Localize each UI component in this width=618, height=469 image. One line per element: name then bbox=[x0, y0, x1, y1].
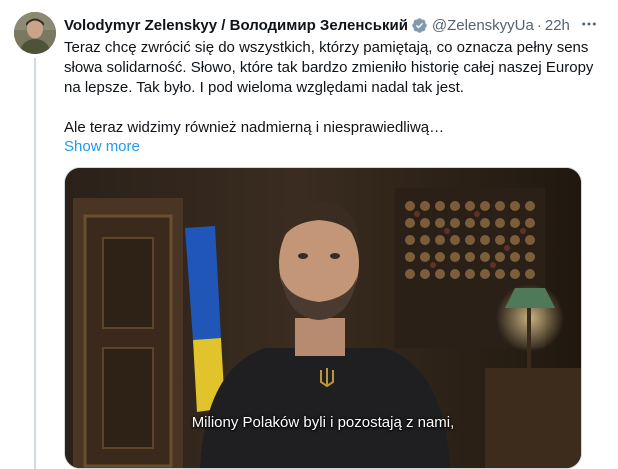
thread-line bbox=[34, 58, 36, 469]
separator-dot: · bbox=[536, 16, 542, 34]
author-handle[interactable]: @ZelenskyyUa bbox=[432, 17, 534, 34]
show-more-link[interactable]: Show more bbox=[64, 138, 140, 155]
tweet-paragraph-1: Teraz chcę zwrócić się do wszystkich, kt… bbox=[64, 39, 594, 96]
author-name[interactable]: Volodymyr Zelenskyy / Володимир Зеленськ… bbox=[64, 17, 408, 34]
timestamp[interactable]: 22h bbox=[545, 17, 570, 34]
tweet[interactable]: Volodymyr Zelenskyy / Володимир Зеленськ… bbox=[0, 0, 618, 469]
tweet-header: Volodymyr Zelenskyy / Володимир Зеленськ… bbox=[64, 14, 606, 36]
avatar[interactable] bbox=[14, 12, 56, 54]
video-player[interactable]: Miliony Polaków byli i pozostają z nami, bbox=[64, 167, 582, 469]
video-subtitle: Miliony Polaków byli i pozostają z nami, bbox=[191, 414, 455, 431]
more-options-icon[interactable] bbox=[578, 13, 600, 35]
verified-badge-icon bbox=[412, 17, 427, 33]
tweet-text: Teraz chcę zwrócić się do wszystkich, kt… bbox=[64, 38, 604, 138]
tweet-paragraph-2: Ale teraz widzimy również nadmierną i ni… bbox=[64, 119, 445, 136]
